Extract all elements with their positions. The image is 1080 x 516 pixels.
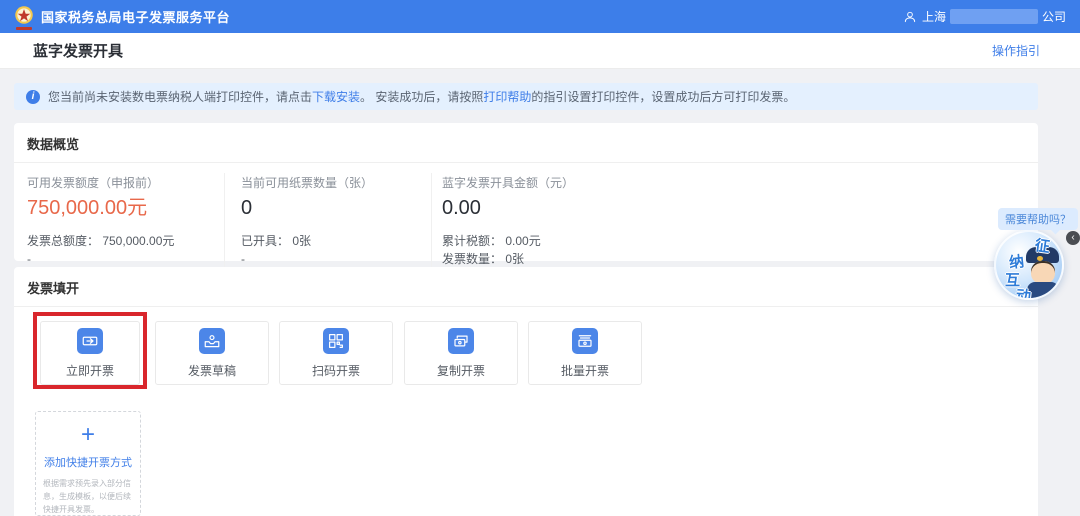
banner-text-after: 的指引设置打印控件，设置成功后方可打印发票。 [531, 90, 795, 104]
print-plugin-banner: i 您当前尚未安装数电票纳税人端打印控件，请点击下载安装。 安装成功后，请按照打… [14, 83, 1038, 110]
filling-cards-area: 立即开票 发票草稿 扫码开票 [14, 307, 1038, 516]
info-circle-icon: i [26, 90, 40, 104]
logo-caption [16, 27, 32, 30]
add-card-description: 根据需求预先录入部分信息，生成模板，以便后续快捷开具发票。 [36, 477, 140, 516]
print-help-link[interactable]: 打印帮助 [483, 90, 531, 104]
app-header: 国家税务总局电子发票服务平台 上海 公司 [0, 0, 1080, 33]
stat-subrow: - [241, 250, 431, 268]
mascot-body [1027, 282, 1059, 300]
card-label: 复制开票 [437, 362, 485, 379]
tax-emblem-logo [14, 5, 34, 29]
copy-invoice-icon [448, 328, 474, 354]
tax-assistant-mascot[interactable]: 征 纳 互 动 [994, 230, 1064, 300]
user-region-label: 上海 [922, 8, 946, 25]
scan-qr-icon [323, 328, 349, 354]
card-copy-invoice[interactable]: 复制开票 [404, 321, 518, 385]
invoice-filling-panel: 发票填开 立即开票 发票草稿 [14, 267, 1038, 516]
card-instant-invoice[interactable]: 立即开票 [40, 321, 140, 385]
invoice-draft-icon [199, 328, 225, 354]
person-icon [903, 10, 917, 24]
stat-subrow: - [27, 250, 224, 268]
add-card-label: 添加快捷开票方式 [44, 454, 132, 470]
banner-text: 您当前尚未安装数电票纳税人端打印控件，请点击下载安装。 安装成功后，请按照打印帮… [48, 88, 795, 105]
batch-invoice-icon [572, 328, 598, 354]
plus-icon: + [81, 422, 95, 448]
banner-text-before: 您当前尚未安装数电票纳税人端打印控件，请点击 [48, 90, 312, 104]
app-title: 国家税务总局电子发票服务平台 [41, 7, 230, 26]
mascot-face [1031, 261, 1055, 284]
badge-char: 动 [1015, 285, 1031, 300]
stat-subrow: 累计税额： 0.00元 [442, 232, 1025, 250]
card-label: 扫码开票 [312, 362, 360, 379]
stat-subrow: 已开具： 0张 [241, 232, 431, 250]
user-account-menu[interactable]: 上海 公司 [903, 8, 1066, 25]
page-title-bar: 蓝字发票开具 操作指引 [0, 33, 1080, 69]
overview-stats: 可用发票额度（申报前） 750,000.00元 发票总额度： 750,000.0… [14, 163, 1038, 268]
card-invoice-draft[interactable]: 发票草稿 [155, 321, 269, 385]
stat-label: 当前可用纸票数量（张） [241, 174, 431, 191]
stat-subrow: 发票数量： 0张 [442, 250, 1025, 268]
stat-label: 蓝字发票开具金额（元） [442, 174, 1025, 191]
stat-value-paper: 0 [241, 196, 431, 220]
data-overview-panel: 数据概览 可用发票额度（申报前） 750,000.00元 发票总额度： 750,… [14, 123, 1038, 261]
filling-section-title: 发票填开 [14, 267, 1038, 307]
stat-paper-invoices: 当前可用纸票数量（张） 0 已开具： 0张 - [224, 173, 431, 268]
stat-blue-invoice-amount: 蓝字发票开具金额（元） 0.00 累计税额： 0.00元 发票数量： 0张 [431, 173, 1025, 268]
download-install-link[interactable]: 下载安装 [312, 90, 360, 104]
overview-section-title: 数据概览 [14, 123, 1038, 163]
stat-subrows: 已开具： 0张 - [241, 232, 431, 268]
stat-subrows: 累计税额： 0.00元 发票数量： 0张 [442, 232, 1025, 268]
user-company-label: 公司 [1042, 8, 1066, 25]
stat-value-quota: 750,000.00元 [27, 196, 224, 220]
card-label: 发票草稿 [188, 362, 236, 379]
card-label: 立即开票 [66, 362, 114, 379]
stat-label: 可用发票额度（申报前） [27, 174, 224, 191]
stat-subrows: 发票总额度： 750,000.00元 - [27, 232, 224, 268]
stat-value-amount: 0.00 [442, 196, 1025, 220]
page-title: 蓝字发票开具 [33, 40, 123, 61]
badge-char: 征 [1034, 234, 1052, 257]
user-name-redacted [950, 9, 1038, 24]
collapse-handle-icon[interactable]: ‹ [1066, 231, 1080, 245]
operation-guide-link[interactable]: 操作指引 [992, 42, 1040, 59]
stat-available-quota: 可用发票额度（申报前） 750,000.00元 发票总额度： 750,000.0… [27, 173, 224, 268]
help-tooltip: 需要帮助吗？ [998, 208, 1078, 230]
card-batch-invoice[interactable]: 批量开票 [528, 321, 642, 385]
instant-invoice-icon [77, 328, 103, 354]
card-label: 批量开票 [561, 362, 609, 379]
add-quick-invoice-card[interactable]: + 添加快捷开票方式 根据需求预先录入部分信息，生成模板，以便后续快捷开具发票。 [35, 411, 141, 516]
banner-text-middle: 。 安装成功后，请按照 [360, 90, 483, 104]
stat-subrow: 发票总额度： 750,000.00元 [27, 232, 224, 250]
card-scan-qr-invoice[interactable]: 扫码开票 [279, 321, 393, 385]
